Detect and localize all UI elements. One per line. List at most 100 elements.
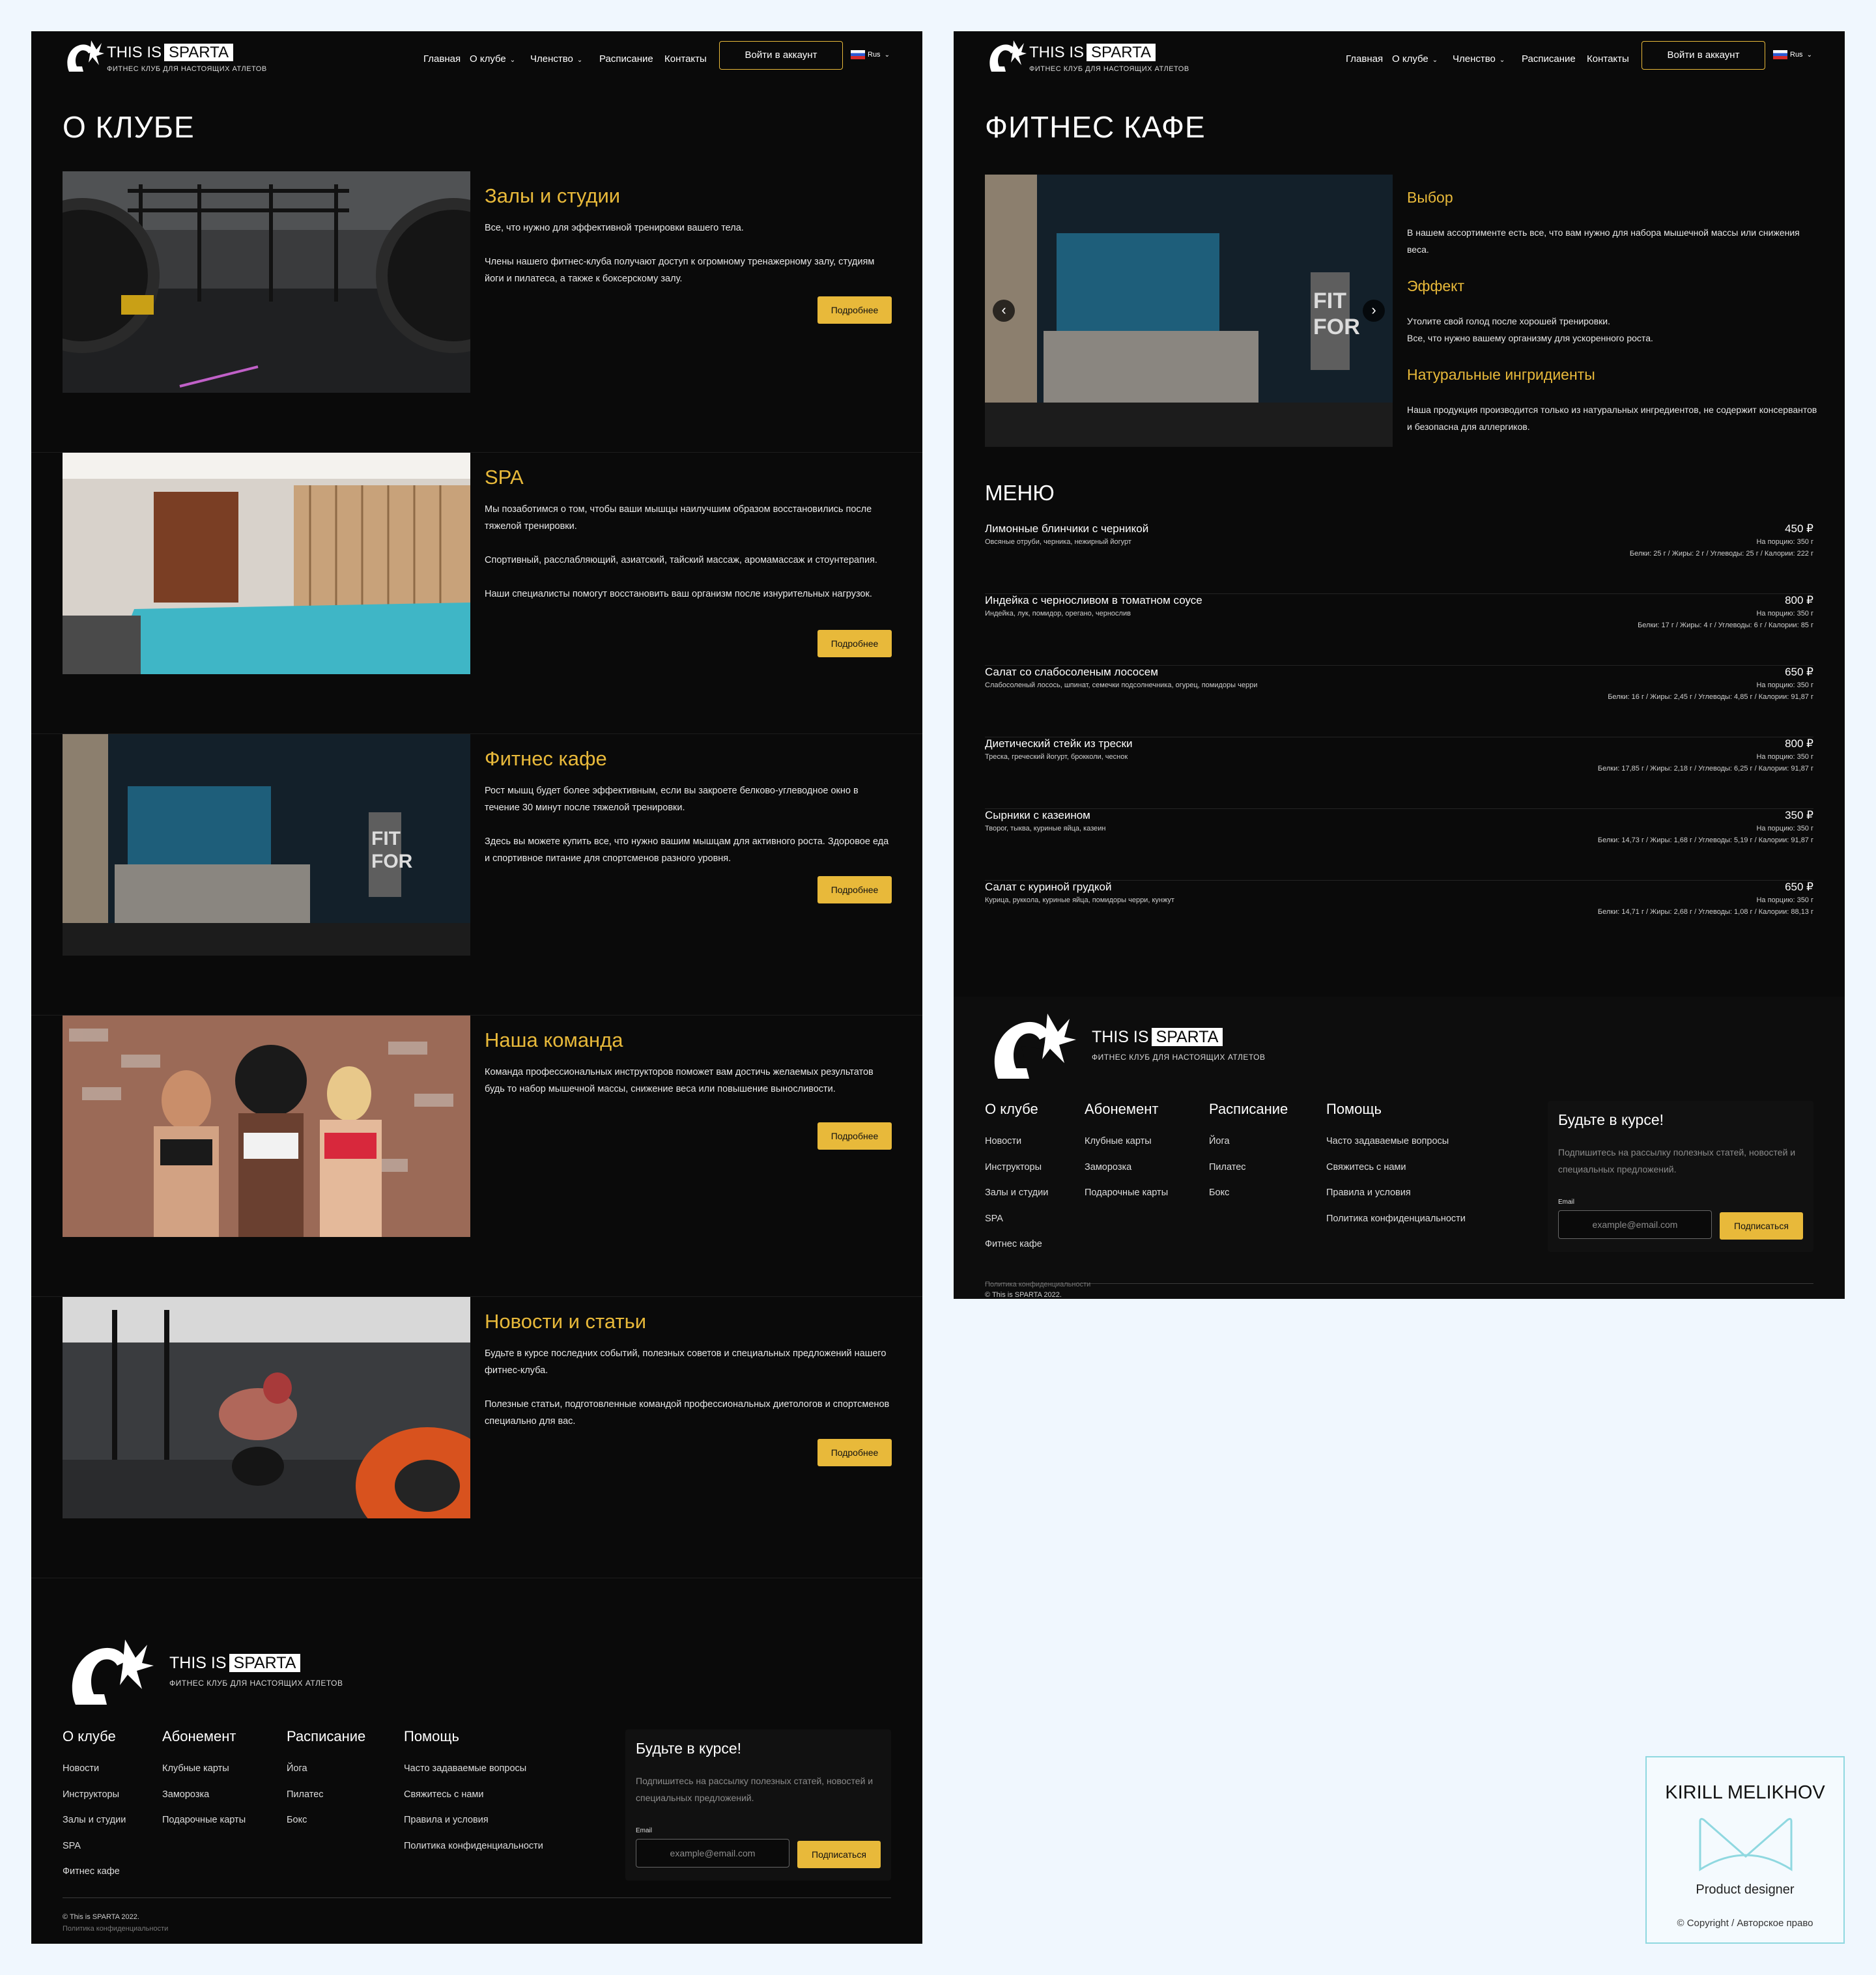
privacy-link[interactable]: Политика конфиденциальности — [63, 1925, 168, 1933]
site-logo[interactable]: THIS IS SPARTA ФИТНЕС КЛУБ ДЛЯ НАСТОЯЩИХ … — [63, 39, 297, 78]
footer-col-about: О клубе Новости Инструкторы Залы и студи… — [63, 1728, 126, 1892]
footer-link[interactable]: Правила и условия — [404, 1815, 543, 1841]
footer-link[interactable]: Часто задаваемые вопросы — [404, 1763, 543, 1789]
footer-link[interactable]: Фитнес кафе — [63, 1866, 126, 1892]
nav-about-label: О клубе — [1392, 53, 1428, 64]
footer-link[interactable]: Заморозка — [162, 1789, 246, 1815]
footer-link[interactable]: Бокс — [287, 1815, 365, 1841]
nav-home[interactable]: Главная — [1346, 53, 1383, 64]
footer-link[interactable]: Правила и условия — [1326, 1187, 1466, 1214]
cafe-feature-text: В нашем ассортименте есть все, что вам н… — [1407, 227, 1800, 255]
nav-membership[interactable]: Членство ⌄ — [530, 53, 582, 64]
footer-link[interactable]: Фитнес кафе — [985, 1239, 1048, 1265]
menu-item: Сырники с казеином Творог, тыква, курины… — [985, 809, 1813, 881]
spartan-helmet-icon — [994, 1014, 1076, 1079]
spartan-helmet-icon — [72, 1640, 154, 1705]
footer-link[interactable]: Свяжитесь с нами — [404, 1789, 543, 1815]
svg-text:FIT: FIT — [371, 828, 401, 849]
menu-item: Салат с куриной грудкой Курица, руккола,… — [985, 881, 1813, 952]
logo-sparta: SPARTA — [1151, 1028, 1223, 1046]
dish-portion: На порцию: 350 г — [1756, 681, 1813, 689]
footer-link[interactable]: Йога — [1209, 1136, 1288, 1162]
footer-link[interactable]: SPA — [985, 1214, 1048, 1240]
nav-membership[interactable]: Членство ⌄ — [1453, 53, 1505, 64]
dish-ingredients: Слабосоленый лосось, шпинат, семечки под… — [985, 681, 1258, 689]
footer-link[interactable]: Подарочные карты — [1085, 1187, 1168, 1214]
footer-col-title: О клубе — [63, 1728, 116, 1744]
footer-link[interactable]: Подарочные карты — [162, 1815, 246, 1841]
footer-link[interactable]: Политика конфиденциальности — [404, 1841, 543, 1867]
footer-link[interactable]: Новости — [63, 1763, 126, 1789]
footer-link[interactable]: Клубные карты — [1085, 1136, 1168, 1162]
footer-col-title: Абонемент — [162, 1728, 236, 1744]
cafe-photo: FIT FOR — [63, 734, 470, 956]
footer-link[interactable]: Новости — [985, 1136, 1048, 1162]
svg-text:FIT: FIT — [1313, 289, 1346, 313]
designer-name: KIRILL MELIKHOV — [1665, 1782, 1825, 1803]
nav-schedule[interactable]: Расписание — [599, 53, 653, 64]
cafe-slider[interactable]: FIT FOR ‹ › — [985, 175, 1393, 447]
privacy-link[interactable]: Политика конфиденциальности — [985, 1281, 1090, 1288]
site-header: THIS IS SPARTA ФИТНЕС КЛУБ ДЛЯ НАСТОЯЩИХ … — [31, 31, 922, 90]
nav-schedule[interactable]: Расписание — [1522, 53, 1576, 64]
dish-portion: На порцию: 350 г — [1756, 896, 1813, 904]
section-title: Новости и статьи — [485, 1310, 647, 1333]
language-selector[interactable]: Rus ⌄ — [1773, 50, 1812, 59]
footer-divider — [63, 1897, 891, 1898]
logo-sparta: SPARTA — [229, 1654, 301, 1672]
footer-link[interactable]: SPA — [63, 1841, 126, 1867]
footer-logo[interactable]: THIS IS SPARTA ФИТНЕС КЛУБ ДЛЯ НАСТОЯЩИХ … — [985, 1011, 1285, 1085]
nav-membership-label: Членство — [1453, 53, 1496, 64]
site-logo[interactable]: THIS IS SPARTA ФИТНЕС КЛУБ ДЛЯ НАСТОЯЩИХ … — [985, 39, 1219, 78]
footer-link[interactable]: Инструкторы — [63, 1789, 126, 1815]
dish-nutrition: Белки: 16 г / Жиры: 2,45 г / Углеводы: 4… — [1608, 693, 1813, 701]
footer-divider — [985, 1283, 1813, 1284]
footer-link[interactable]: Политика конфиденциальности — [1326, 1214, 1466, 1240]
slider-next-button[interactable]: › — [1363, 300, 1385, 322]
login-button[interactable]: Войти в аккаунт — [719, 41, 843, 70]
footer-link[interactable]: Часто задаваемые вопросы — [1326, 1136, 1466, 1162]
logo-this-is: THIS IS — [107, 44, 162, 61]
news-photo — [63, 1297, 470, 1518]
footer-link[interactable]: Инструкторы — [985, 1162, 1048, 1188]
footer-link[interactable]: Пилатес — [287, 1789, 365, 1815]
footer-col-help: Помощь Часто задаваемые вопросы Свяжитес… — [1326, 1101, 1466, 1239]
page-title: О КЛУБЕ — [63, 110, 195, 144]
nav-about[interactable]: О клубе ⌄ — [470, 53, 515, 64]
chevron-down-icon: ⌄ — [884, 51, 890, 59]
slider-prev-button[interactable]: ‹ — [993, 300, 1015, 322]
email-input[interactable]: example@email.com — [636, 1839, 789, 1868]
more-button[interactable]: Подробнее — [817, 296, 892, 324]
footer-link[interactable]: Пилатес — [1209, 1162, 1288, 1188]
footer-link[interactable]: Свяжитесь с нами — [1326, 1162, 1466, 1188]
more-button[interactable]: Подробнее — [817, 1439, 892, 1466]
footer-link[interactable]: Залы и студии — [985, 1187, 1048, 1214]
footer-col-about: О клубе Новости Инструкторы Залы и студи… — [985, 1101, 1048, 1265]
more-button[interactable]: Подробнее — [817, 1122, 892, 1150]
subscribe-button[interactable]: Подписаться — [797, 1841, 881, 1868]
nav-contacts[interactable]: Контакты — [1587, 53, 1629, 64]
menu-title: МЕНЮ — [985, 481, 1055, 505]
footer-link[interactable]: Йога — [287, 1763, 365, 1789]
login-button[interactable]: Войти в аккаунт — [1642, 41, 1765, 70]
footer-link[interactable]: Клубные карты — [162, 1763, 246, 1789]
more-button[interactable]: Подробнее — [817, 876, 892, 903]
footer-logo[interactable]: THIS IS SPARTA ФИТНЕС КЛУБ ДЛЯ НАСТОЯЩИХ … — [63, 1637, 362, 1711]
newsletter-text: Подпишитесь на рассылку полезных статей,… — [1558, 1147, 1796, 1174]
footer-link[interactable]: Бокс — [1209, 1187, 1288, 1214]
footer-link[interactable]: Залы и студии — [63, 1815, 126, 1841]
language-selector[interactable]: Rus ⌄ — [851, 50, 890, 59]
subscribe-button[interactable]: Подписаться — [1720, 1212, 1803, 1240]
nav-contacts[interactable]: Контакты — [664, 53, 707, 64]
footer-link[interactable]: Заморозка — [1085, 1162, 1168, 1188]
email-label: Email — [1558, 1199, 1575, 1206]
section-text: Наши специалисты помогут восстановить ва… — [485, 589, 872, 599]
nav-about[interactable]: О клубе ⌄ — [1392, 53, 1438, 64]
email-input[interactable]: example@email.com — [1558, 1210, 1712, 1239]
team-photo — [63, 1016, 470, 1237]
more-button[interactable]: Подробнее — [817, 630, 892, 657]
nav-home[interactable]: Главная — [423, 53, 461, 64]
logo-this-is: THIS IS — [169, 1654, 227, 1672]
dish-name: Диетический стейк из трески — [985, 737, 1133, 750]
chevron-down-icon: ⌄ — [509, 57, 516, 64]
